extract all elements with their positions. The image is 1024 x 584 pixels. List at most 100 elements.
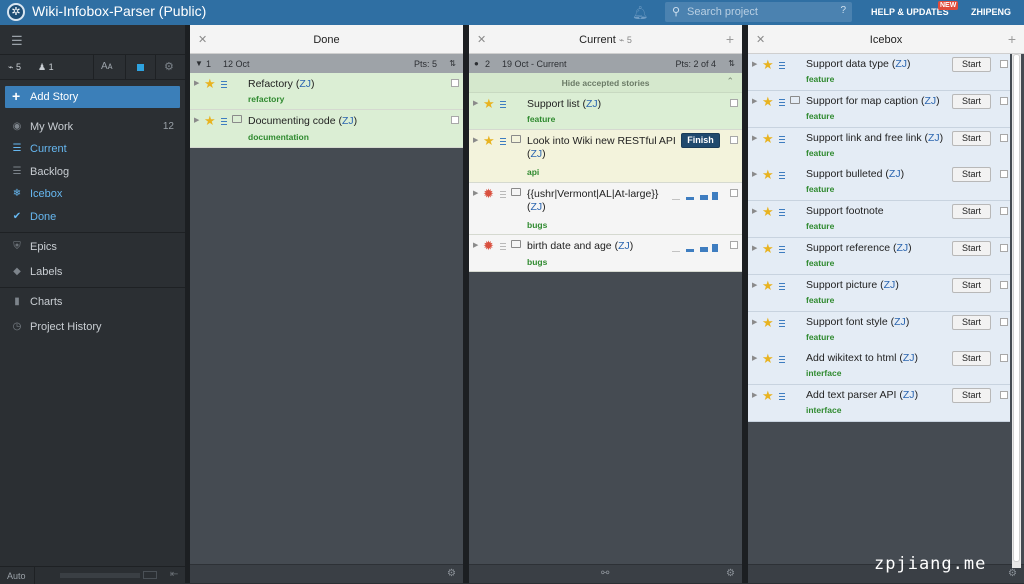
story-label[interactable]: feature [806,332,834,342]
sidebar-item-charts[interactable]: ▮ Charts [0,293,185,313]
sidebar-item-done[interactable]: ✔ Done [0,208,185,228]
story-row[interactable]: ▶ ★ Support picture (ZJ) feature Start [748,274,1010,312]
sidebar-item-labels[interactable]: ◆ Labels [0,263,185,283]
sidebar-item-epics[interactable]: ⛨ Epics [0,238,185,258]
story-label[interactable]: feature [806,74,834,84]
story-select-checkbox[interactable] [730,189,738,197]
expand-icon[interactable]: ▶ [194,79,199,87]
start-button[interactable]: Start [952,93,991,109]
expand-icon[interactable]: ▶ [473,189,478,197]
story-select-checkbox[interactable] [730,136,738,144]
sidebar-item-my-work[interactable]: ◉ My Work 12 [0,118,185,138]
expand-icon[interactable]: ▶ [752,134,757,142]
collapse-triangle-icon[interactable]: ▼ [195,59,203,68]
story-row[interactable]: ▶ ✹ {{ushr|Vermont|AL|At-large}} (ZJ) bu… [469,183,742,235]
add-story-button[interactable]: + Add Story [5,86,180,108]
sort-icon[interactable]: ⇅ [728,59,735,68]
start-button[interactable]: Start [952,241,991,256]
story-select-checkbox[interactable] [1000,280,1008,289]
story-select-checkbox[interactable] [1000,170,1008,179]
story-label[interactable]: bugs [527,257,547,267]
expand-icon[interactable]: ▶ [752,281,757,289]
hide-accepted-bar[interactable]: Hide accepted stories ⌃ [469,73,742,93]
finish-button[interactable]: Finish [681,133,720,148]
story-row[interactable]: ▶ ★ Documenting code (ZJ) documentation [190,110,463,148]
story-select-checkbox[interactable] [1000,60,1008,68]
expand-icon[interactable]: ▶ [473,241,478,249]
story-row[interactable]: ▶ ★ Support font style (ZJ) feature Start [748,311,1010,349]
expand-icon[interactable]: ▶ [752,244,757,252]
gear-icon[interactable]: ⚙ [726,568,735,579]
story-select-checkbox[interactable] [730,99,738,107]
gear-icon[interactable]: ⚙ [164,60,174,73]
project-logo-icon[interactable]: ✲ [7,3,25,21]
expand-icon[interactable]: ▶ [473,136,478,144]
story-label[interactable]: documentation [248,132,309,142]
story-select-checkbox[interactable] [451,116,459,124]
story-label[interactable]: api [527,167,539,177]
expand-icon[interactable]: ▶ [752,318,757,326]
start-button[interactable]: Start [952,130,991,146]
story-owner[interactable]: ZJ [531,148,543,160]
story-owner[interactable]: ZJ [889,168,901,180]
add-story-plus-icon[interactable]: + [726,31,734,47]
story-label[interactable]: feature [806,258,834,268]
story-row[interactable]: ▶ ★ Support bulleted (ZJ) feature Start [748,164,1010,202]
collapse-sidebar-icon[interactable]: ⇤ [170,569,178,580]
story-row[interactable]: ▶ ★ Support for map caption (ZJ) feature Sta… [748,90,1010,128]
project-title[interactable]: Wiki-Infobox-Parser (Public) [32,3,206,19]
scrollbar-thumb[interactable] [1013,54,1020,562]
story-owner[interactable]: ZJ [928,132,940,144]
story-owner[interactable]: ZJ [299,78,311,90]
add-story-plus-icon[interactable]: + [1008,31,1016,47]
story-owner[interactable]: ZJ [884,279,896,291]
gear-icon[interactable]: ⚙ [1008,568,1017,579]
story-owner[interactable]: ZJ [586,98,598,110]
story-owner[interactable]: ZJ [896,242,908,254]
story-label[interactable]: feature [527,114,555,124]
story-row[interactable]: ▶ ★ Support list (ZJ) feature [469,93,742,130]
expand-icon[interactable]: ▶ [752,170,757,178]
auto-layout-toggle[interactable]: Auto [7,571,26,581]
iteration-header[interactable]: ● 2 19 Oct - Current Pts: 2 of 4 ⇅ [469,54,742,73]
story-label[interactable]: feature [806,295,834,305]
grid-icon[interactable] [143,571,157,579]
search-box[interactable]: ⚲ ? [665,2,852,22]
start-button[interactable]: Start [952,388,991,404]
font-size-icon[interactable]: Aᴀ [101,61,113,72]
story-select-checkbox[interactable] [730,241,738,249]
story-row[interactable]: ▶ ★ Support reference (ZJ) feature Start [748,238,1010,275]
estimate-selector[interactable] [672,244,722,252]
expand-icon[interactable]: ▶ [752,391,757,399]
story-label[interactable]: bugs [527,220,547,230]
story-select-checkbox[interactable] [1000,354,1008,363]
story-owner[interactable]: ZJ [903,352,915,364]
start-button[interactable]: Start [952,57,991,72]
story-label[interactable]: feature [806,111,834,121]
story-row[interactable]: ▶ ★ Refactory (ZJ) refactory [190,73,463,110]
story-select-checkbox[interactable] [1000,317,1008,326]
story-owner[interactable]: ZJ [925,95,937,107]
story-row[interactable]: ▶ ★ Add wikitext to html (ZJ) interface Star… [748,348,1010,386]
story-row[interactable]: ▶ ★ Add text parser API (ZJ) interface Start [748,385,1010,423]
expand-icon[interactable]: ▶ [752,60,757,68]
help-updates-link[interactable]: HELP & UPDATES [871,7,949,17]
expand-icon[interactable]: ▶ [473,99,478,107]
link-icon[interactable]: ⚯ [601,568,609,579]
gear-icon[interactable]: ⚙ [447,568,456,579]
story-select-checkbox[interactable] [451,79,459,87]
sidebar-item-icebox[interactable]: ❄ Icebox [0,185,185,205]
sidebar-item-current[interactable]: ☰ Current [0,140,185,160]
story-select-checkbox[interactable] [1000,133,1008,142]
estimate-selector[interactable] [672,192,722,200]
members-stat[interactable]: ♟ 1 [38,62,54,73]
story-label[interactable]: feature [806,221,834,231]
story-owner[interactable]: ZJ [894,316,906,328]
scrollbar[interactable] [1012,54,1021,568]
expand-icon[interactable]: ▶ [194,116,199,124]
story-row[interactable]: ▶ ★ Support footnote feature Start [748,201,1010,239]
start-button[interactable]: Start [952,204,991,220]
bell-icon[interactable]: 🔔︎ [632,5,649,21]
story-select-checkbox[interactable] [1000,207,1008,216]
search-input[interactable] [687,4,827,20]
